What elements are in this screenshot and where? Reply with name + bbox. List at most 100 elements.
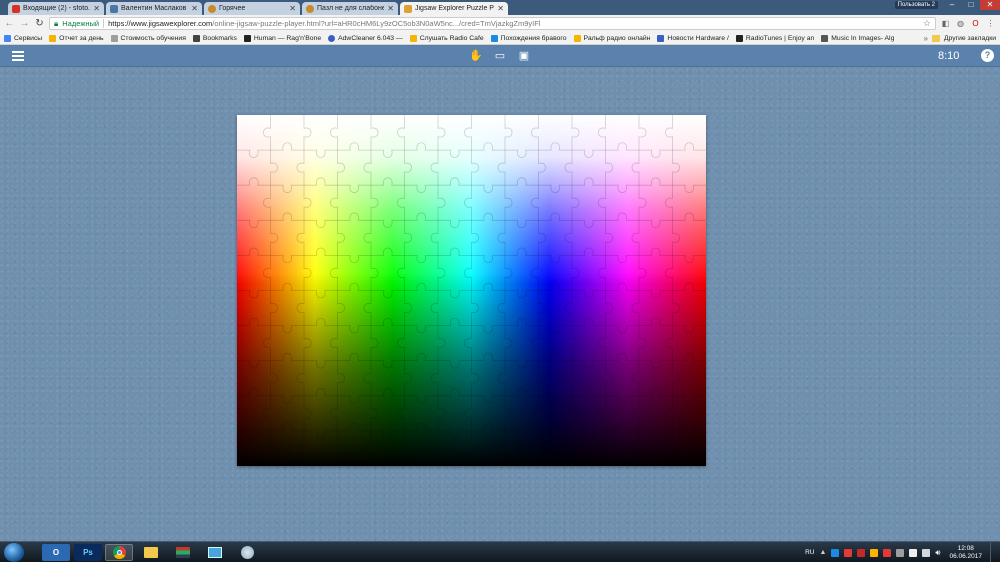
system-clock[interactable]: 12:08 06.06.2017 [949, 545, 982, 561]
taskbar-app[interactable] [233, 544, 261, 561]
divider [103, 19, 105, 28]
windows-start-icon[interactable] [4, 543, 24, 562]
extension-icon[interactable]: ◧ [940, 18, 951, 29]
system-tray: RU ▲ 🔊︎ 12:08 06.06.2017 [805, 542, 1000, 562]
browser-toolbar: ← → ↻ 🔒︎ Надежный https://www.jigsawexpl… [0, 15, 1000, 32]
star-icon [192, 34, 200, 42]
hand-tool-icon[interactable]: ✋ [469, 50, 483, 63]
taskbar-outlook[interactable]: O [42, 544, 70, 561]
jigsaw-puzzle-board[interactable] [237, 115, 706, 466]
volume-icon[interactable]: 🔊︎ [935, 548, 940, 558]
tray-app-icon[interactable] [844, 548, 853, 557]
bookmark-item[interactable]: Ральф радио онлайн [573, 34, 651, 42]
network-icon[interactable] [922, 548, 931, 557]
bookmark-item[interactable]: AdwCleaner 6.043 — [328, 34, 403, 42]
bookmark-item[interactable]: Music In Images- Alg [821, 34, 895, 42]
extension-icon[interactable]: ◍ [955, 18, 966, 29]
url-text[interactable]: https://www.jigsawexplorer.com/online-ji… [108, 19, 540, 28]
bookmark-favicon-icon [735, 34, 743, 42]
bookmark-item[interactable]: Human — Rag'n'Bone [243, 34, 322, 42]
puzzle-timer: 8:10 [938, 50, 960, 62]
app-icon [240, 546, 254, 559]
close-icon[interactable]: ✕ [93, 4, 100, 13]
language-indicator[interactable]: RU [805, 549, 814, 556]
help-button[interactable]: ? [981, 49, 994, 62]
bookmark-label: Ральф радио онлайн [583, 34, 651, 42]
media-icon [176, 547, 190, 558]
profile-button[interactable]: Пользовать 2 [894, 1, 938, 9]
minimize-icon[interactable]: – [943, 0, 961, 10]
close-icon[interactable]: ✕ [497, 4, 504, 13]
taskbar-media[interactable] [169, 544, 197, 561]
bookmark-label: Human — Rag'n'Bone [253, 34, 322, 42]
tray-app-icon[interactable] [831, 548, 840, 557]
bookmark-item[interactable]: Стоимость обучения [110, 34, 186, 42]
maximize-icon[interactable]: □ [962, 0, 980, 10]
folder-icon [931, 35, 940, 42]
monitor-icon [208, 547, 222, 558]
browser-tab-puzzle-post[interactable]: Пазл не для слабонервных ✕ [302, 2, 398, 15]
chrome-menu-icon[interactable]: ⋮ [985, 18, 996, 29]
bookmark-label: AdwCleaner 6.043 — [338, 34, 403, 42]
taskbar-chrome[interactable] [105, 544, 133, 561]
bookmark-label: Music In Images- Alg [831, 34, 895, 42]
fullscreen-icon[interactable]: ▭ [493, 50, 507, 63]
browser-tab-hot[interactable]: Горячее ✕ [204, 2, 300, 15]
folder-icon [144, 547, 158, 558]
tray-app-icon[interactable] [883, 548, 892, 557]
lock-icon: 🔒︎ [54, 18, 59, 28]
url-host: https://www.jigsawexplorer.com [108, 19, 213, 28]
tray-app-icon[interactable] [870, 548, 879, 557]
bookmark-label: Новости Hardware / [667, 34, 729, 42]
bookmark-item[interactable]: Похождения бравого [490, 34, 567, 42]
back-icon[interactable]: ← [4, 18, 15, 29]
flag-icon[interactable] [909, 548, 918, 557]
bookmark-label: Стоимость обучения [120, 34, 186, 42]
bookmark-item[interactable]: Отчет за день [49, 34, 104, 42]
other-bookmarks[interactable]: » Другие закладки [919, 32, 996, 44]
reload-icon[interactable]: ↻ [34, 18, 45, 29]
bookmark-favicon-icon [573, 34, 581, 42]
puzzle-workspace[interactable] [0, 67, 1000, 541]
puzzle-piece-outlines [237, 115, 706, 466]
vk-icon [110, 4, 118, 13]
chevron-right-icon[interactable]: » [923, 34, 927, 43]
close-icon[interactable]: ✕ [387, 4, 394, 13]
forward-icon[interactable]: → [19, 18, 30, 29]
opera-icon[interactable]: O [970, 18, 981, 29]
url-path: /online-jigsaw-puzzle-player.html?url=aH… [212, 19, 541, 28]
window-close-icon[interactable]: ✕ [980, 0, 1000, 10]
hamburger-menu-icon[interactable] [12, 51, 24, 61]
close-icon[interactable]: ✕ [289, 4, 296, 13]
gmail-icon [12, 4, 20, 13]
bookmark-item[interactable]: Слушать Radio Cafe [409, 34, 484, 42]
bookmark-item[interactable]: Сервисы [4, 34, 43, 42]
address-bar[interactable]: 🔒︎ Надежный https://www.jigsawexplorer.c… [49, 17, 936, 30]
bookmark-label: Сервисы [14, 34, 43, 42]
bookmark-favicon-icon [110, 34, 118, 42]
show-desktop-button[interactable] [990, 542, 996, 562]
image-preview-icon[interactable]: ▣ [517, 50, 531, 63]
tab-title: Валентин Маслаков [121, 5, 187, 12]
browser-tab-jigsaw-explorer[interactable]: Jigsaw Explorer Puzzle P ✕ [400, 2, 508, 15]
bookmark-star-icon[interactable]: ☆ [923, 18, 931, 29]
bookmark-label: Похождения бравого [500, 34, 567, 42]
taskbar-network[interactable] [201, 544, 229, 561]
browser-tab-vk[interactable]: Валентин Маслаков ✕ [106, 2, 202, 15]
bookmark-item[interactable]: RadioTunes | Enjoy an [735, 34, 814, 42]
bookmark-favicon-icon [490, 34, 498, 42]
tab-title: Jigsaw Explorer Puzzle P [415, 5, 494, 12]
network-icon[interactable] [896, 548, 905, 557]
close-icon[interactable]: ✕ [191, 4, 198, 13]
taskbar-explorer[interactable] [137, 544, 165, 561]
browser-tab-gmail[interactable]: Входящие (2) - sfoto.onl@ ✕ [8, 2, 104, 15]
apps-icon [4, 34, 11, 42]
jigsaw-piece-icon [404, 4, 412, 13]
bookmark-item[interactable]: Bookmarks [192, 34, 237, 42]
bookmark-item[interactable]: Новости Hardware / [657, 34, 729, 42]
tray-app-icon[interactable] [857, 548, 866, 557]
taskbar-photoshop[interactable]: Ps [74, 544, 102, 561]
bookmark-label: Слушать Radio Cafe [419, 34, 484, 42]
bookmark-favicon-icon [49, 34, 57, 42]
tray-overflow-icon[interactable]: ▲ [819, 549, 826, 556]
